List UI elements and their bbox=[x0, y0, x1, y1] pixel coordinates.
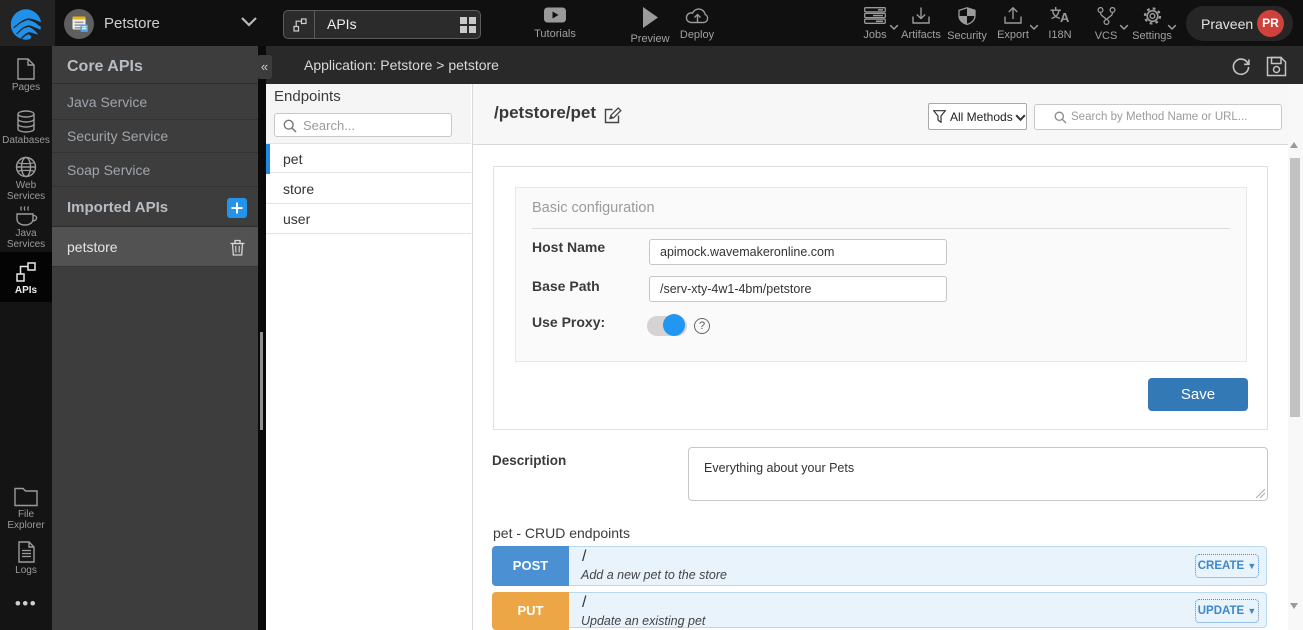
svg-text:A: A bbox=[1060, 10, 1070, 24]
